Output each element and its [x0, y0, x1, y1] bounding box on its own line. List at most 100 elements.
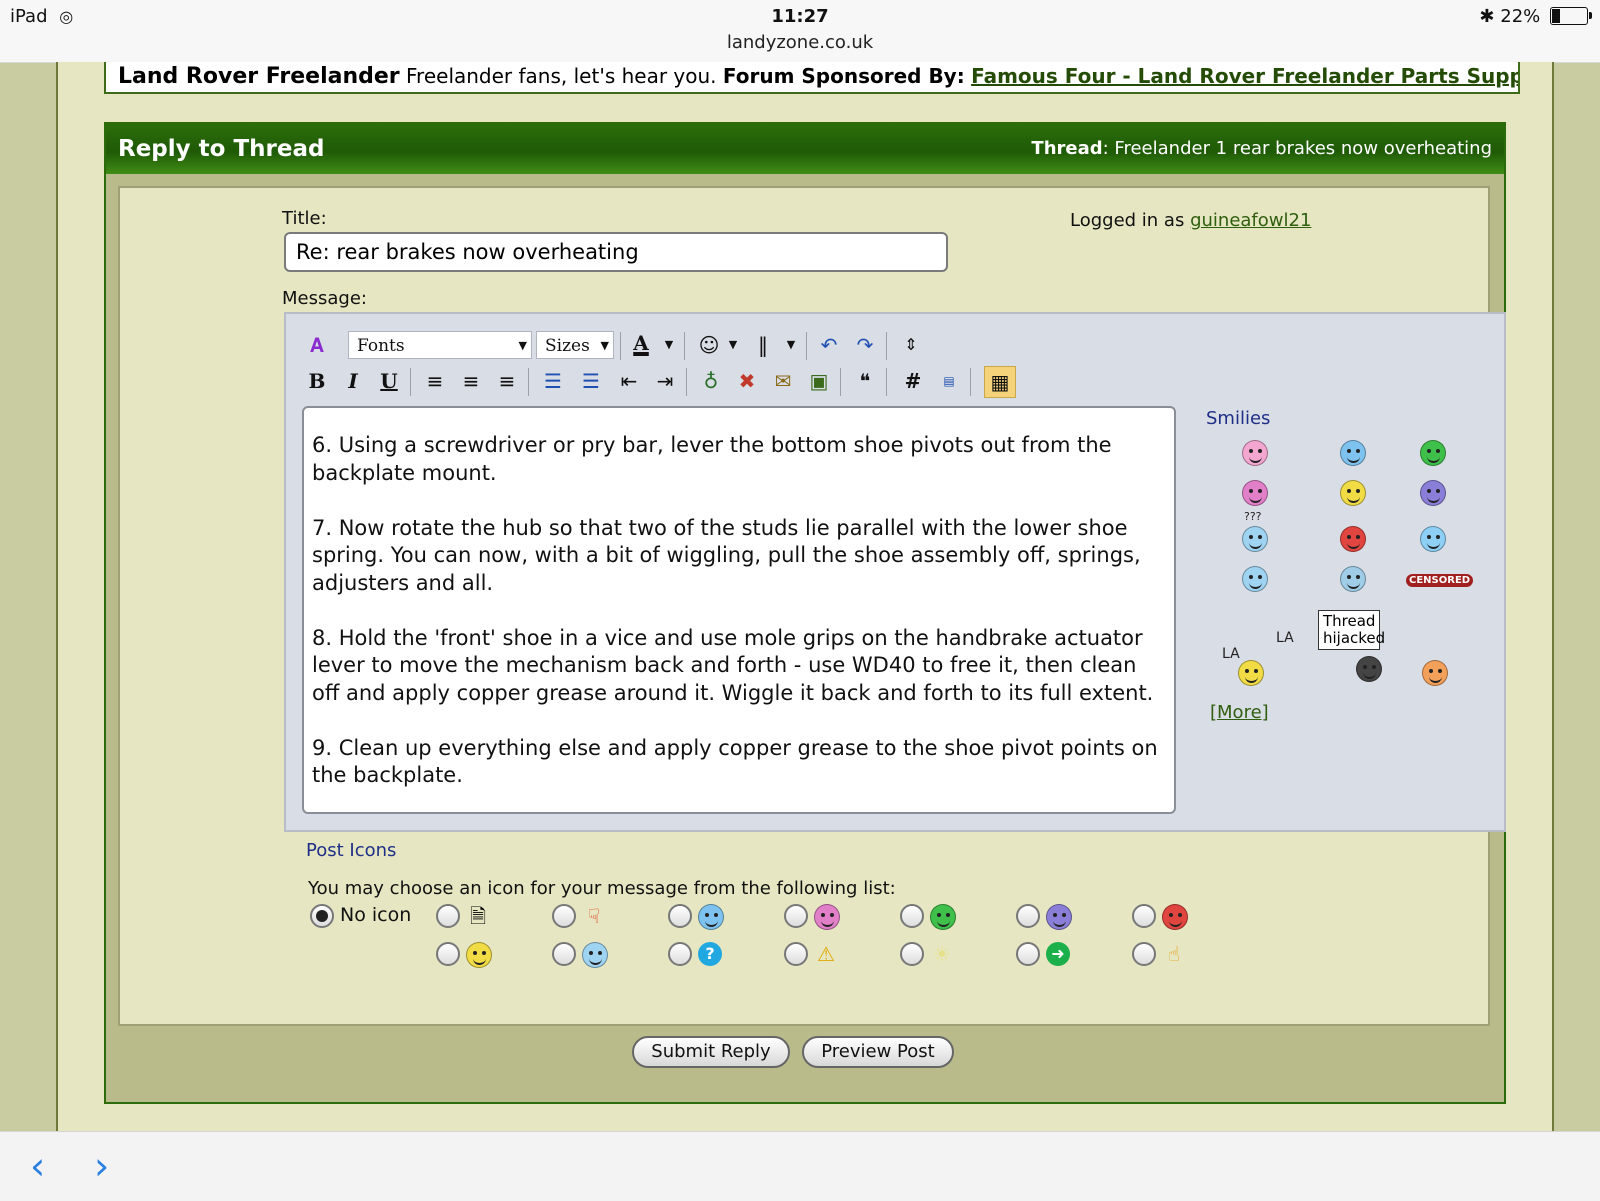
safari-toolbar: ‹ › [0, 1131, 1600, 1201]
ordered-list-icon[interactable]: ☰ [538, 366, 568, 396]
smiley-frown-icon[interactable] [1420, 480, 1446, 506]
post-icon-radio[interactable] [1016, 904, 1040, 928]
chevron-down-icon[interactable]: ▼ [776, 330, 806, 360]
post-icon-radio[interactable] [784, 904, 808, 928]
thread-label: Thread [1031, 138, 1103, 159]
title-input[interactable] [284, 232, 948, 272]
battery-percent: 22% [1500, 6, 1541, 27]
size-select-label: Sizes [545, 336, 590, 356]
php-code-icon[interactable]: ▤ [934, 366, 964, 396]
post-icon-radio[interactable] [552, 904, 576, 928]
back-arrow-icon[interactable]: ‹ [30, 1144, 45, 1188]
thumbs-down-icon: ☟ [587, 904, 601, 928]
toolbar-divider [806, 332, 807, 360]
post-icon-radio[interactable] [552, 942, 576, 966]
unlink-icon[interactable]: ✖ [732, 366, 762, 396]
font-select[interactable]: Fonts ▼ [348, 331, 532, 359]
lightbulb-icon: ☀ [933, 942, 951, 966]
no-icon-label: No icon [340, 904, 412, 926]
smiley-grin-icon [930, 904, 956, 930]
undo-icon[interactable]: ↶ [814, 330, 844, 360]
post-icon-radio[interactable] [436, 942, 460, 966]
smiley-mad-icon[interactable] [1340, 526, 1366, 552]
post-icon-radio-none[interactable] [310, 904, 334, 928]
size-select[interactable]: Sizes ▼ [536, 331, 614, 359]
smiley-wave-icon[interactable] [1422, 660, 1448, 686]
message-label: Message: [282, 288, 367, 309]
resize-toggle-icon[interactable]: ⇕ [896, 330, 926, 360]
italic-icon[interactable]: I [338, 366, 368, 396]
align-right-icon[interactable]: ≡ [492, 366, 522, 396]
font-color-icon[interactable]: A [626, 328, 656, 358]
sponsor-link[interactable]: Famous Four - Land Rover Freelander Part… [971, 64, 1518, 88]
unordered-list-icon[interactable]: ☰ [576, 366, 606, 396]
thread-title: : Freelander 1 rear brakes now overheati… [1102, 138, 1492, 159]
smiley-wink-icon[interactable] [1340, 440, 1366, 466]
post-icon-radio[interactable] [668, 942, 692, 966]
more-smilies-link[interactable]: [More] [1210, 702, 1269, 723]
indent-icon[interactable]: ⇥ [650, 366, 680, 396]
code-hash-icon[interactable]: # [898, 366, 928, 396]
toolbar-divider [840, 368, 841, 396]
forum-tagline: Freelander fans, let's hear you. [406, 64, 717, 88]
attachment-icon[interactable]: ‖ [748, 330, 778, 360]
post-icon-radio[interactable] [1132, 904, 1156, 928]
smiley-mad-icon [1162, 904, 1188, 930]
post-icon-radio[interactable] [900, 904, 924, 928]
insert-link-icon[interactable]: ♁ [696, 366, 726, 396]
align-left-icon[interactable]: ≡ [420, 366, 450, 396]
la-label: LA [1222, 646, 1240, 662]
smiley-happy-icon[interactable] [1340, 480, 1366, 506]
arrow-right-icon: ➜ [1046, 942, 1070, 966]
toolbar-divider [684, 332, 685, 360]
smiley-happy-icon [466, 942, 492, 968]
thread-hijacked-sign[interactable]: Thread hijacked [1318, 610, 1385, 650]
bold-icon[interactable]: B [302, 366, 332, 396]
smiley-ninja-icon[interactable] [1356, 656, 1382, 682]
post-icon-radio[interactable] [900, 942, 924, 966]
smiley-tongue-icon[interactable] [1242, 440, 1268, 466]
switch-mode-icon[interactable]: ▦ [984, 366, 1016, 398]
reply-panel: Reply to Thread Thread: Freelander 1 rea… [104, 122, 1506, 1104]
smiley-cool-icon[interactable] [1242, 566, 1268, 592]
post-icon-radio[interactable] [436, 904, 460, 928]
post-icon-radio[interactable] [668, 904, 692, 928]
post-icon-radio[interactable] [1132, 942, 1156, 966]
address-bar-url[interactable]: landyzone.co.uk [0, 32, 1600, 53]
align-center-icon[interactable]: ≡ [456, 366, 486, 396]
toolbar-divider [410, 368, 411, 396]
status-right: ✱ 22% [1479, 6, 1592, 27]
post-icon-radio[interactable] [1016, 942, 1040, 966]
outdent-icon[interactable]: ⇤ [614, 366, 644, 396]
smiley-smile-icon[interactable] [1242, 480, 1268, 506]
message-textarea[interactable]: 6. Using a screwdriver or pry bar, lever… [302, 406, 1176, 814]
smiley-singing-icon[interactable] [1238, 660, 1264, 686]
thread-info: Thread: Freelander 1 rear brakes now ove… [1031, 138, 1492, 159]
post-icon-radio[interactable] [784, 942, 808, 966]
remove-format-icon[interactable]: 𝐀 [302, 330, 332, 360]
redo-icon[interactable]: ↷ [850, 330, 880, 360]
preview-post-button[interactable]: Preview Post [802, 1036, 954, 1068]
toolbar-divider [886, 368, 887, 396]
smiley-eek-icon[interactable] [1420, 526, 1446, 552]
insert-email-icon[interactable]: ✉ [768, 366, 798, 396]
submit-reply-button[interactable]: Submit Reply [632, 1036, 790, 1068]
battery-fill [1552, 9, 1560, 23]
insert-image-icon[interactable]: ▣ [804, 366, 834, 396]
chevron-down-icon: ▼ [518, 339, 527, 352]
underline-icon[interactable]: U [374, 366, 404, 396]
smiley-confused-icon[interactable] [1242, 526, 1268, 552]
more-smilies[interactable]: [More] [1210, 702, 1269, 723]
forum-info-bar: Land Rover Freelander Freelander fans, l… [104, 62, 1520, 94]
quote-icon[interactable]: ❝ [850, 366, 880, 396]
rich-text-editor: 𝐀 Fonts ▼ Sizes ▼ A ▼ ☺ ▼ ‖ ▼ ↶ ↷ ⇕ B I U [284, 312, 1506, 832]
censored-smiley-icon[interactable]: CENSORED [1406, 574, 1474, 587]
smiley-grin-icon[interactable] [1420, 440, 1446, 466]
smiley-wink-icon [698, 904, 724, 930]
chevron-down-icon[interactable]: ▼ [654, 330, 684, 360]
username-link[interactable]: guineafowl21 [1190, 210, 1311, 231]
chevron-down-icon[interactable]: ▼ [718, 330, 748, 360]
forward-arrow-icon[interactable]: › [94, 1144, 109, 1188]
smiley-shocked-icon[interactable] [1340, 566, 1366, 592]
page-frame: Land Rover Freelander Freelander fans, l… [56, 62, 1554, 1131]
